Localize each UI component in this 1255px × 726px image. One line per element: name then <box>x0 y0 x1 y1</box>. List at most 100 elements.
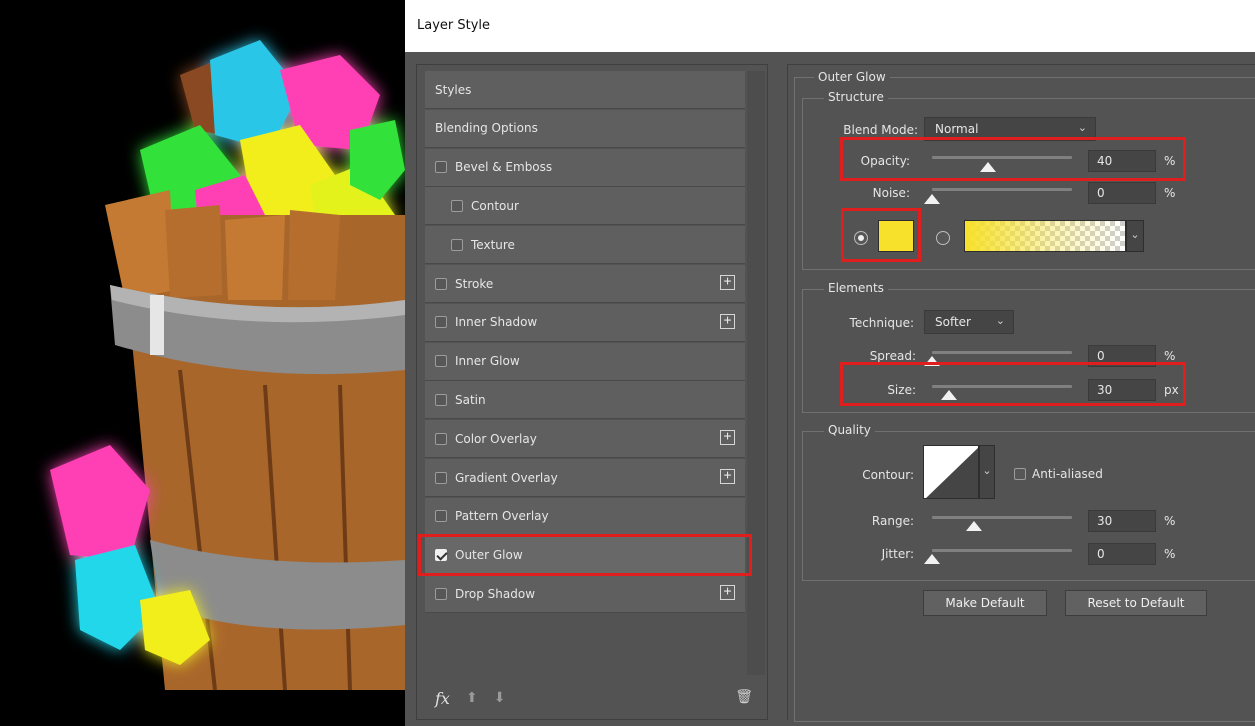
style-checkbox[interactable] <box>435 432 447 445</box>
style-item-label: Gradient Overlay <box>455 470 558 485</box>
blend-mode-value: Normal <box>935 122 979 136</box>
style-item-texture[interactable]: Texture <box>425 226 745 265</box>
contour-label: Contour: <box>862 468 914 482</box>
technique-value: Softer <box>935 315 971 329</box>
fx-button[interactable]: fx <box>435 689 450 708</box>
styles-scrollbar[interactable] <box>747 71 765 675</box>
style-item-gradient-overlay[interactable]: Gradient Overlay + <box>425 459 745 497</box>
range-input[interactable]: 30 <box>1088 510 1156 532</box>
gradient-swatch[interactable] <box>964 220 1126 252</box>
style-item-label: Contour <box>471 198 519 213</box>
add-effect-plus-icon[interactable]: + <box>720 430 735 446</box>
style-item-label: Styles <box>435 82 472 97</box>
style-item-label: Color Overlay <box>455 431 537 446</box>
style-item-label: Inner Shadow <box>455 315 538 330</box>
spread-label: Spread: <box>869 349 916 363</box>
jitter-slider-track[interactable] <box>932 549 1072 552</box>
style-checkbox[interactable] <box>435 587 447 600</box>
add-effect-plus-icon[interactable]: + <box>720 585 735 601</box>
canvas-artwork <box>0 0 405 726</box>
move-down-icon[interactable]: ⬇ <box>494 690 506 706</box>
chevron-down-icon: ⌄ <box>1130 228 1140 241</box>
style-item-label: Drop Shadow <box>455 586 536 601</box>
noise-label: Noise: <box>872 186 910 200</box>
move-up-icon[interactable]: ⬆ <box>466 690 478 706</box>
style-checkbox[interactable] <box>435 355 447 368</box>
contour-dropdown-button[interactable]: ⌄ <box>979 445 995 499</box>
jitter-unit: % <box>1164 547 1176 561</box>
style-item-label: Bevel & Emboss <box>455 160 553 175</box>
noise-unit: % <box>1164 186 1176 200</box>
make-default-button[interactable]: Make Default <box>923 590 1047 616</box>
range-unit: % <box>1164 514 1176 528</box>
chevron-down-icon: ⌄ <box>995 314 1005 327</box>
highlight-outer-glow-item <box>418 534 752 576</box>
technique-select[interactable]: Softer ⌄ <box>924 310 1014 334</box>
add-effect-plus-icon[interactable]: + <box>720 313 735 329</box>
style-item-stroke[interactable]: Stroke + <box>425 265 745 303</box>
range-slider-thumb[interactable] <box>966 521 982 531</box>
contour-curve-icon <box>926 447 978 498</box>
style-item-inner-shadow[interactable]: Inner Shadow + <box>425 303 745 342</box>
jitter-input[interactable]: 0 <box>1088 543 1156 565</box>
noise-slider-track[interactable] <box>932 188 1072 191</box>
style-checkbox[interactable] <box>435 510 447 523</box>
style-item-pattern-overlay[interactable]: Pattern Overlay <box>425 497 745 536</box>
style-item-inner-glow[interactable]: Inner Glow <box>425 342 745 381</box>
anti-aliased-checkbox[interactable] <box>1014 468 1026 480</box>
style-item-bevel-emboss[interactable]: Bevel & Emboss <box>425 148 745 187</box>
trash-icon[interactable]: 🗑 <box>735 689 753 705</box>
dialog-title: Layer Style <box>417 18 491 33</box>
anti-aliased-label: Anti-aliased <box>1032 467 1103 481</box>
style-item-label: Pattern Overlay <box>455 509 549 524</box>
style-item-drop-shadow[interactable]: Drop Shadow + <box>425 575 745 614</box>
technique-label: Technique: <box>849 316 914 330</box>
style-checkbox[interactable] <box>435 161 447 174</box>
add-effect-plus-icon[interactable]: + <box>720 469 735 484</box>
range-slider-track[interactable] <box>932 516 1072 519</box>
highlight-size <box>840 362 1186 406</box>
styles-bottom-bar: fx ⬆ ⬇ 🗑 <box>427 681 757 715</box>
highlight-opacity <box>840 137 1186 181</box>
gradient-radio[interactable] <box>936 231 950 245</box>
range-label: Range: <box>871 514 914 528</box>
gradient-dropdown-button[interactable]: ⌄ <box>1126 220 1144 252</box>
styles-panel: Styles Blending Options Bevel & Emboss Cont… <box>416 64 768 720</box>
gem-bucket-illustration <box>50 40 405 691</box>
style-item-label: Stroke <box>455 276 494 291</box>
style-item-label: Satin <box>455 392 486 407</box>
noise-input[interactable]: 0 <box>1088 182 1156 204</box>
dialog-titlebar[interactable]: Layer Style <box>405 0 1255 52</box>
style-item-contour[interactable]: Contour <box>425 187 745 226</box>
style-item-color-overlay[interactable]: Color Overlay + <box>425 420 745 459</box>
style-item-label: Texture <box>471 237 515 252</box>
style-item-blending-options[interactable]: Blending Options <box>425 109 745 148</box>
highlight-color-swatch <box>841 208 921 262</box>
layer-style-dialog: Layer Style Styles Blending Options Bevel … <box>405 0 1255 726</box>
style-checkbox[interactable] <box>451 199 463 212</box>
style-item-satin[interactable]: Satin <box>425 381 745 420</box>
add-effect-plus-icon[interactable]: + <box>720 275 735 290</box>
contour-preview[interactable] <box>923 445 979 499</box>
blend-mode-label: Blend Mode: <box>843 123 918 137</box>
styles-list: Styles Blending Options Bevel & Emboss Cont… <box>425 71 745 691</box>
structure-title: Structure <box>824 90 888 104</box>
quality-title: Quality <box>824 423 875 437</box>
style-checkbox[interactable] <box>435 277 447 290</box>
elements-title: Elements <box>824 281 888 295</box>
reset-to-default-button[interactable]: Reset to Default <box>1065 590 1207 616</box>
chevron-down-icon: ⌄ <box>1077 121 1087 134</box>
noise-slider-thumb[interactable] <box>924 194 940 204</box>
chevron-down-icon: ⌄ <box>982 464 992 477</box>
style-checkbox[interactable] <box>435 316 447 329</box>
style-checkbox[interactable] <box>451 238 463 251</box>
jitter-slider-thumb[interactable] <box>924 554 940 564</box>
style-item-label: Blending Options <box>435 121 538 136</box>
style-checkbox[interactable] <box>435 471 447 484</box>
style-checkbox[interactable] <box>435 393 447 406</box>
jitter-label: Jitter: <box>881 547 914 561</box>
spread-unit: % <box>1164 349 1176 363</box>
spread-slider-track[interactable] <box>932 351 1072 354</box>
style-item-label: Inner Glow <box>455 354 520 369</box>
style-item-styles[interactable]: Styles <box>425 71 745 109</box>
